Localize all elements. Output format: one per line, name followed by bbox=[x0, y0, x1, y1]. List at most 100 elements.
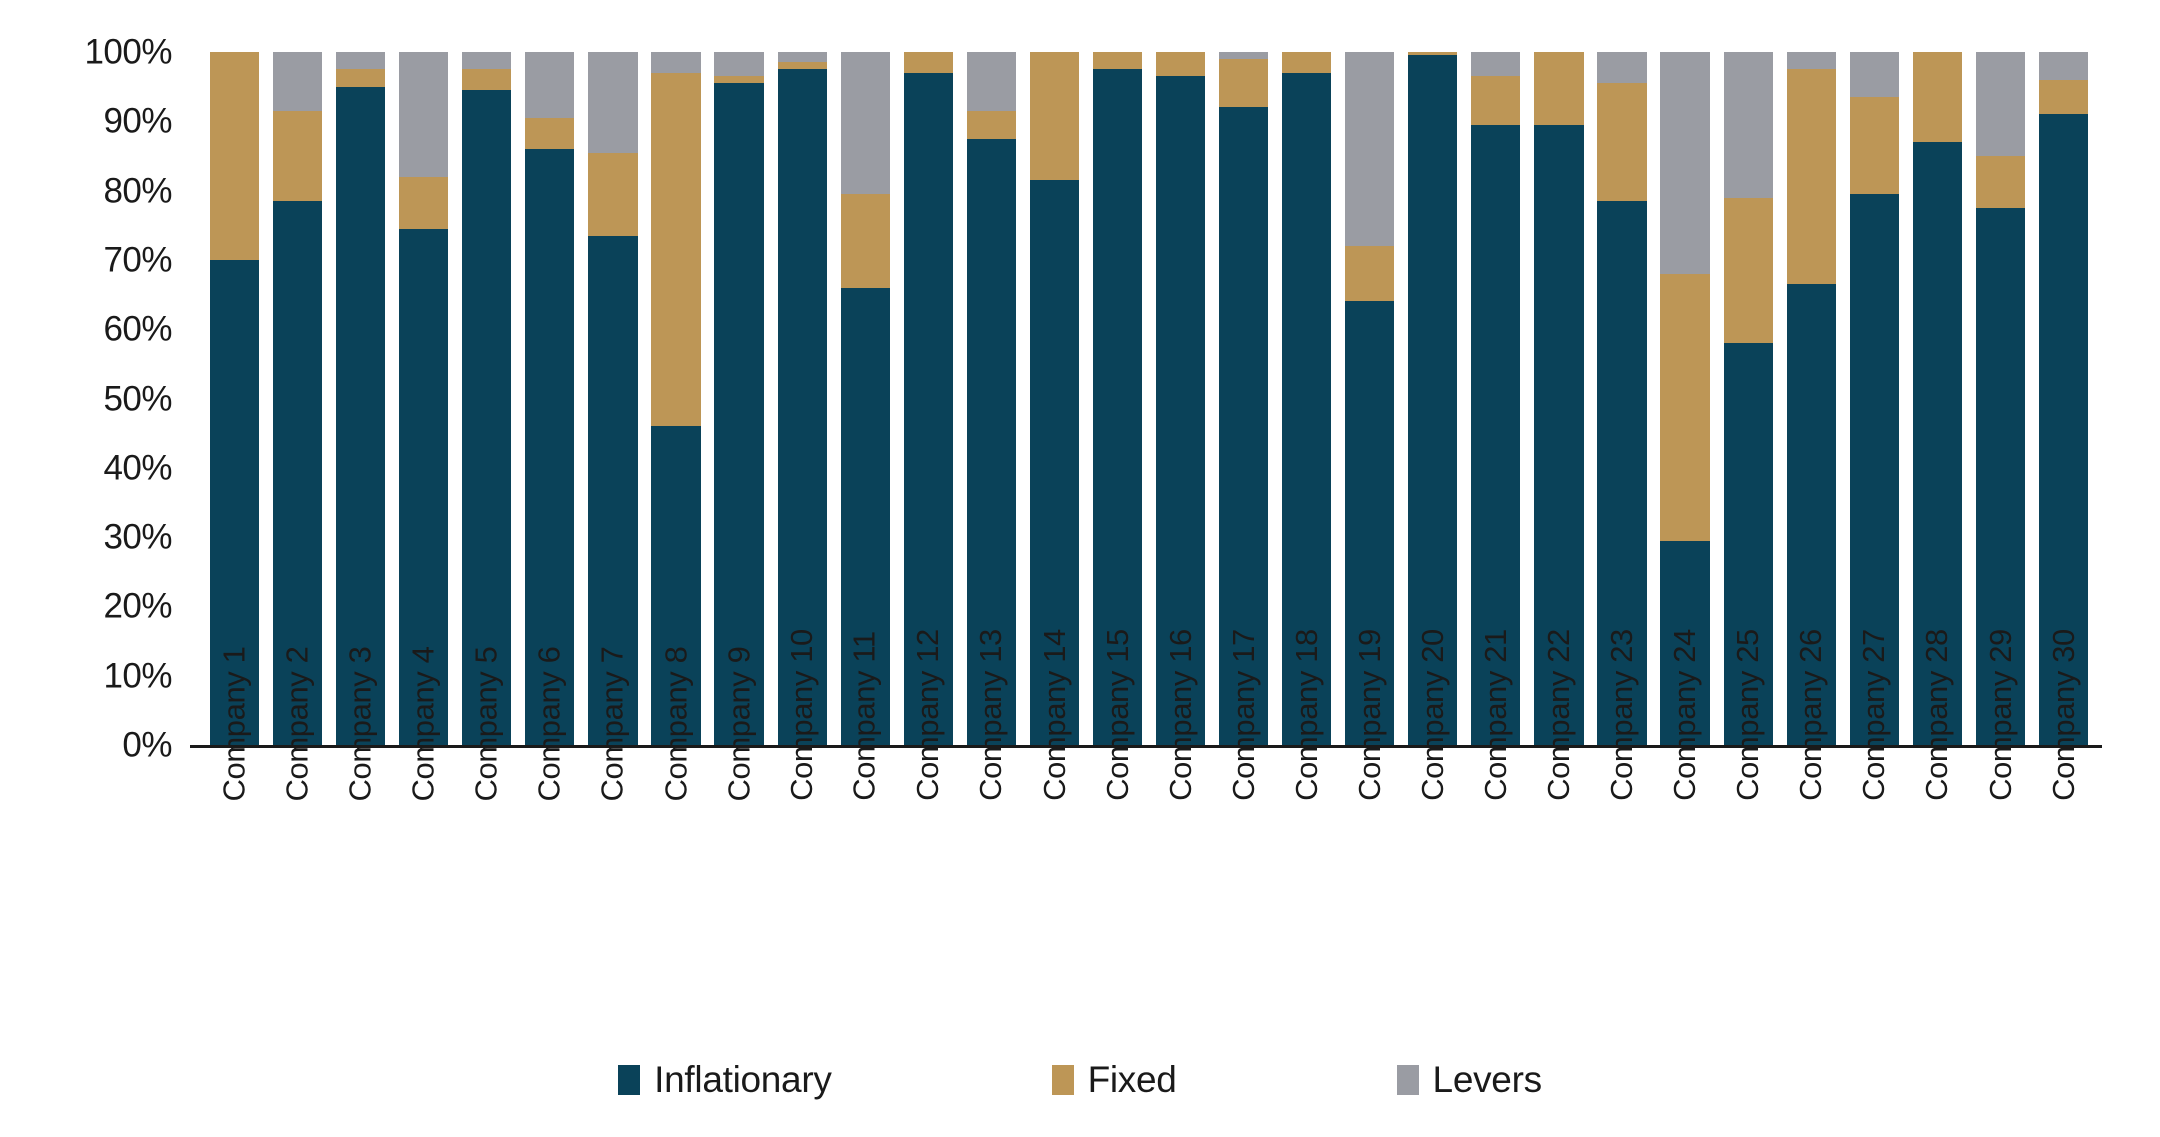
bar-segment-fixed[interactable] bbox=[1786, 69, 1836, 285]
bar-segment-fixed[interactable] bbox=[1723, 197, 1773, 344]
y-axis-tick-label: 90% bbox=[103, 101, 172, 141]
x-axis-tick-label: Company 29 bbox=[1969, 629, 2032, 1005]
x-axis-tick-text: Company 29 bbox=[1982, 629, 2018, 801]
bar-stack[interactable] bbox=[462, 52, 512, 745]
x-axis-tick-text: Company 23 bbox=[1603, 629, 1639, 801]
x-axis-tick-text: Company 2 bbox=[279, 646, 315, 801]
bar-segment-fixed[interactable] bbox=[903, 52, 953, 73]
x-axis-tick-label: Company 19 bbox=[1338, 629, 1401, 1005]
x-axis-tick-label: Company 27 bbox=[1843, 629, 1906, 1005]
x-axis-tick-text: Company 27 bbox=[1856, 629, 1892, 801]
bar-segment-levers[interactable] bbox=[1786, 52, 1836, 70]
y-axis-tick-label: 20% bbox=[103, 586, 172, 626]
x-axis-tick-text: Company 11 bbox=[847, 631, 883, 801]
bar-segment-fixed[interactable] bbox=[966, 110, 1016, 139]
bar-segment-levers[interactable] bbox=[462, 52, 512, 70]
bar-stack[interactable] bbox=[399, 52, 449, 745]
x-axis-tick-label: Company 1 bbox=[203, 646, 266, 1005]
bar-segment-fixed[interactable] bbox=[1282, 52, 1332, 73]
legend-item[interactable]: Inflationary bbox=[618, 1059, 832, 1101]
bar-segment-fixed[interactable] bbox=[1471, 76, 1521, 125]
bar-segment-levers[interactable] bbox=[1597, 52, 1647, 84]
bar-segment-fixed[interactable] bbox=[1975, 155, 2025, 208]
bar-segment-fixed[interactable] bbox=[1219, 58, 1269, 108]
bar-segment-levers[interactable] bbox=[2038, 52, 2089, 80]
legend-item[interactable]: Levers bbox=[1396, 1059, 1542, 1101]
bar-segment-fixed[interactable] bbox=[525, 117, 575, 150]
bar-segment-fixed[interactable] bbox=[273, 110, 323, 201]
bar-segment-fixed[interactable] bbox=[1660, 273, 1710, 541]
bar-segment-fixed[interactable] bbox=[399, 176, 449, 229]
bar-segment-levers[interactable] bbox=[525, 52, 575, 118]
bar-segment-levers[interactable] bbox=[840, 52, 890, 195]
bar-stack[interactable] bbox=[525, 52, 575, 745]
legend-item[interactable]: Fixed bbox=[1051, 1059, 1177, 1101]
x-axis-tick-text: Company 16 bbox=[1162, 629, 1198, 801]
bar-segment-fixed[interactable] bbox=[651, 72, 701, 427]
bar-segment-levers[interactable] bbox=[1345, 52, 1395, 247]
bar-segment-fixed[interactable] bbox=[840, 194, 890, 288]
bar-segment-fixed[interactable] bbox=[1155, 52, 1206, 77]
bar-stack[interactable] bbox=[588, 52, 638, 745]
bar-segment-fixed[interactable] bbox=[462, 69, 512, 91]
bar-segment-fixed[interactable] bbox=[1597, 83, 1647, 201]
bar-stack[interactable] bbox=[336, 52, 386, 745]
x-axis-tick-label: Company 2 bbox=[266, 646, 329, 1005]
bar-segment-levers[interactable] bbox=[273, 52, 323, 111]
x-axis-tick-label: Company 22 bbox=[1527, 629, 1590, 1005]
bar-segment-fixed[interactable] bbox=[588, 152, 638, 236]
bar-segment-levers[interactable] bbox=[1975, 52, 2025, 156]
bar-segment-levers[interactable] bbox=[1723, 52, 1773, 198]
bar-segment-levers[interactable] bbox=[966, 52, 1016, 111]
x-axis-tick-text: Company 25 bbox=[1730, 629, 1766, 801]
bar-segment-levers[interactable] bbox=[1660, 52, 1710, 274]
bar-segment-levers[interactable] bbox=[1471, 52, 1521, 77]
x-axis-tick-text: Company 5 bbox=[468, 646, 504, 801]
x-axis-tick-label: Company 26 bbox=[1780, 629, 1843, 1005]
x-axis-tick-text: Company 9 bbox=[721, 646, 757, 801]
y-axis-tick-label: 0% bbox=[122, 725, 172, 765]
x-axis-tick-text: Company 10 bbox=[784, 629, 820, 801]
y-axis-tick-label: 30% bbox=[103, 517, 172, 557]
x-axis-tick-label: Company 7 bbox=[581, 646, 644, 1005]
bar-segment-fixed[interactable] bbox=[777, 62, 827, 70]
x-axis-tick-label: Company 20 bbox=[1401, 629, 1464, 1005]
bar-segment-fixed[interactable] bbox=[1912, 52, 1962, 143]
x-axis-tick-text: Company 18 bbox=[1288, 629, 1324, 801]
x-axis-tick-label: Company 8 bbox=[644, 646, 707, 1005]
bar-segment-levers[interactable] bbox=[1219, 52, 1269, 59]
y-axis-tick-label: 80% bbox=[103, 171, 172, 211]
bar-segment-fixed[interactable] bbox=[1849, 97, 1899, 195]
x-axis: Company 1 Company 2 Company 3 Company 4 Comp… bbox=[203, 629, 2095, 1015]
bar-stack[interactable] bbox=[209, 52, 260, 745]
bar-stack[interactable] bbox=[714, 52, 764, 745]
bar-segment-levers[interactable] bbox=[336, 52, 386, 70]
bar-segment-levers[interactable] bbox=[1849, 52, 1899, 98]
x-axis-tick-text: Company 13 bbox=[973, 629, 1009, 801]
x-axis-tick-text: Company 17 bbox=[1225, 629, 1261, 801]
bar-stack[interactable] bbox=[651, 52, 701, 745]
x-axis-tick-text: Company 12 bbox=[910, 629, 946, 801]
bar-segment-levers[interactable] bbox=[651, 52, 701, 73]
x-axis-tick-label: Company 11 bbox=[834, 632, 897, 1005]
bar-segment-levers[interactable] bbox=[777, 52, 827, 63]
bar-segment-fixed[interactable] bbox=[714, 76, 764, 84]
bar-segment-levers[interactable] bbox=[399, 52, 449, 177]
bar-segment-fixed[interactable] bbox=[1534, 52, 1584, 125]
bar-segment-levers[interactable] bbox=[714, 52, 764, 77]
bar-segment-fixed[interactable] bbox=[209, 52, 260, 260]
bar-segment-fixed[interactable] bbox=[2038, 79, 2089, 115]
bar-segment-fixed[interactable] bbox=[1029, 52, 1079, 181]
bar-segment-fixed[interactable] bbox=[1092, 52, 1143, 70]
bar-segment-fixed[interactable] bbox=[1345, 246, 1395, 302]
x-axis-tick-label: Company 10 bbox=[771, 629, 834, 1005]
x-axis-tick-label: Company 3 bbox=[329, 646, 392, 1005]
x-axis-tick-label: Company 4 bbox=[392, 646, 455, 1005]
y-axis: 100% 90% 80% 70% 60% 50% 40% 30% 20% 10% 0% bbox=[0, 0, 190, 1137]
x-axis-tick-text: Company 21 bbox=[1477, 629, 1513, 801]
bar-stack[interactable] bbox=[273, 52, 323, 745]
bar-segment-levers[interactable] bbox=[588, 52, 638, 153]
y-axis-tick-label: 50% bbox=[103, 379, 172, 418]
bar-segment-fixed[interactable] bbox=[336, 69, 386, 87]
x-axis-tick-label: Company 5 bbox=[455, 646, 518, 1005]
